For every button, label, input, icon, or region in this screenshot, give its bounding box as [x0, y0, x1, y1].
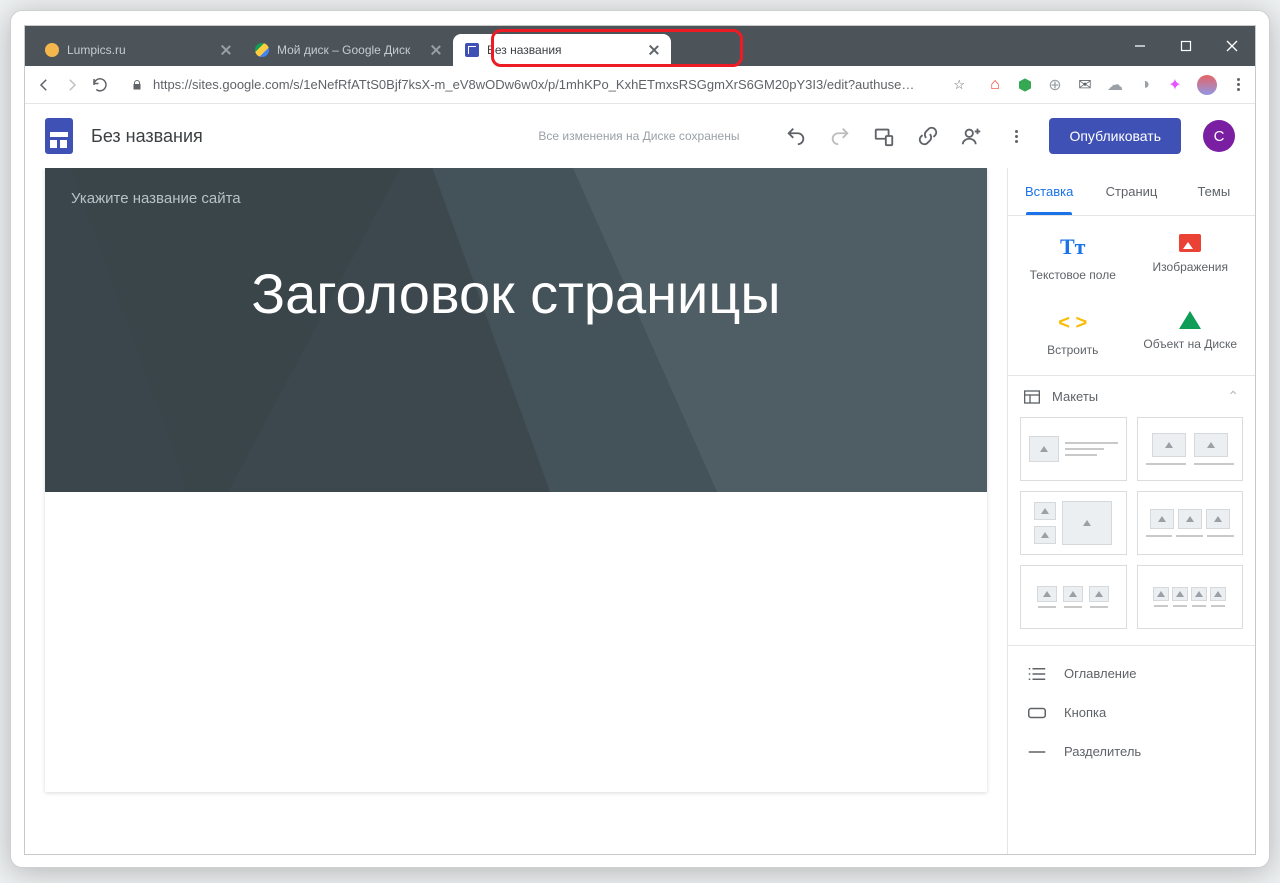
insert-label: Объект на Диске: [1143, 337, 1237, 351]
browser-toolbar: https://sites.google.com/s/1eNefRfATtS0B…: [25, 66, 1255, 104]
layouts-header[interactable]: Макеты ⌃: [1008, 376, 1255, 417]
extension-icon[interactable]: ☁: [1107, 77, 1123, 93]
layouts-icon: [1024, 390, 1040, 404]
extension-icon[interactable]: ⌂: [987, 77, 1003, 93]
nav-reload-button[interactable]: [91, 76, 109, 94]
browser-tab-drive[interactable]: Мой диск – Google Диск: [243, 34, 453, 66]
collapse-icon[interactable]: ⌃: [1227, 388, 1239, 405]
layout-option-2[interactable]: [1137, 417, 1244, 481]
user-avatar[interactable]: С: [1203, 120, 1235, 152]
share-button[interactable]: [961, 125, 983, 147]
extension-icon[interactable]: [1017, 77, 1033, 93]
insert-label: Изображения: [1153, 260, 1228, 274]
site-title-input[interactable]: Без названия: [91, 126, 203, 147]
layout-option-6[interactable]: [1137, 565, 1244, 629]
app-header: Без названия Все изменения на Диске сохр…: [25, 104, 1255, 168]
canvas-area: Укажите название сайта Заголовок страниц…: [25, 168, 1007, 854]
insert-drive[interactable]: Объект на Диске: [1132, 311, 1250, 357]
tab-label: Lumpics.ru: [67, 43, 126, 57]
nav-back-button[interactable]: [35, 76, 53, 94]
more-label: Кнопка: [1064, 705, 1106, 720]
insert-toc[interactable]: Оглавление: [1008, 654, 1255, 693]
save-status: Все изменения на Диске сохранены: [538, 129, 739, 143]
browser-menu-button[interactable]: [1231, 78, 1245, 92]
divider-icon: [1028, 745, 1046, 759]
embed-icon: < >: [1058, 311, 1087, 335]
image-icon: [1179, 234, 1201, 252]
insert-embed[interactable]: < > Встроить: [1014, 311, 1132, 357]
button-icon: [1028, 706, 1046, 720]
insert-divider[interactable]: Разделитель: [1008, 732, 1255, 771]
site-canvas[interactable]: Укажите название сайта Заголовок страниц…: [45, 168, 987, 792]
preview-button[interactable]: [873, 125, 895, 147]
tab-label: Без названия: [487, 43, 562, 57]
toc-icon: [1028, 667, 1046, 681]
drive-icon: [1179, 311, 1201, 329]
tab-pages[interactable]: Страниц: [1090, 168, 1172, 215]
address-bar[interactable]: https://sites.google.com/s/1eNefRfATtS0B…: [119, 71, 977, 99]
extension-icon[interactable]: ✉: [1077, 77, 1093, 93]
insert-button[interactable]: Кнопка: [1008, 693, 1255, 732]
extension-icon[interactable]: ◑: [1137, 77, 1153, 93]
close-icon[interactable]: [431, 45, 441, 55]
more-button[interactable]: [1005, 125, 1027, 147]
layout-option-5[interactable]: [1020, 565, 1127, 629]
browser-profile-avatar[interactable]: [1197, 75, 1217, 95]
site-name-placeholder[interactable]: Укажите название сайта: [45, 168, 987, 229]
favicon-drive: [255, 43, 269, 57]
star-icon[interactable]: ☆: [953, 77, 965, 93]
window-maximize-button[interactable]: [1163, 26, 1209, 66]
redo-button[interactable]: [829, 125, 851, 147]
page-title-text[interactable]: Заголовок страницы: [45, 259, 987, 329]
browser-tab-lumpics[interactable]: Lumpics.ru: [33, 34, 243, 66]
favicon-sites: [465, 43, 479, 57]
tab-themes[interactable]: Темы: [1173, 168, 1255, 215]
nav-forward-button[interactable]: [63, 76, 81, 94]
insert-label: Текстовое поле: [1030, 268, 1116, 282]
layout-option-1[interactable]: [1020, 417, 1127, 481]
url-text: https://sites.google.com/s/1eNefRfATtS0B…: [153, 77, 914, 92]
page-body[interactable]: [45, 492, 987, 792]
undo-button[interactable]: [785, 125, 807, 147]
textbox-icon: Tᴛ: [1060, 234, 1085, 260]
lock-icon: [131, 79, 143, 91]
sites-logo-icon[interactable]: [45, 118, 73, 154]
layouts-label: Макеты: [1052, 389, 1098, 404]
layout-option-3[interactable]: [1020, 491, 1127, 555]
link-button[interactable]: [917, 125, 939, 147]
tab-label: Мой диск – Google Диск: [277, 43, 410, 57]
window-minimize-button[interactable]: [1117, 26, 1163, 66]
close-icon[interactable]: [221, 45, 231, 55]
extension-icon[interactable]: ✦: [1167, 77, 1183, 93]
browser-tab-sites[interactable]: Без названия: [453, 34, 671, 66]
page-header-section[interactable]: Укажите название сайта Заголовок страниц…: [45, 168, 987, 492]
insert-images[interactable]: Изображения: [1132, 234, 1250, 283]
extension-icon[interactable]: ⊕: [1047, 77, 1063, 93]
more-label: Оглавление: [1064, 666, 1136, 681]
sidebar: Вставка Страниц Темы Tᴛ Текстовое поле И…: [1007, 168, 1255, 854]
more-label: Разделитель: [1064, 744, 1141, 759]
publish-button[interactable]: Опубликовать: [1049, 118, 1181, 154]
browser-tabstrip: Lumpics.ru Мой диск – Google Диск Без на…: [25, 26, 1255, 66]
insert-textbox[interactable]: Tᴛ Текстовое поле: [1014, 234, 1132, 283]
window-close-button[interactable]: [1209, 26, 1255, 66]
favicon-lumpics: [45, 43, 59, 57]
tab-insert[interactable]: Вставка: [1008, 168, 1090, 215]
layout-option-4[interactable]: [1137, 491, 1244, 555]
close-icon[interactable]: [649, 45, 659, 55]
insert-label: Встроить: [1047, 343, 1098, 357]
